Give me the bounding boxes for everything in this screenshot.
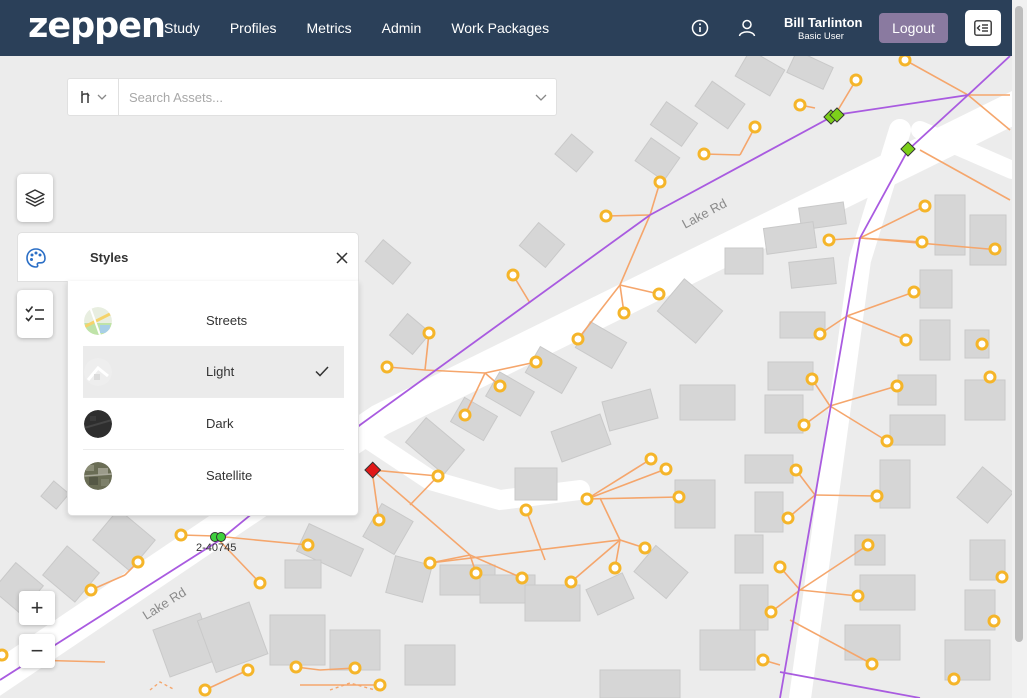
search-dropdown-toggle[interactable] <box>526 94 556 101</box>
user-info: Bill Tarlinton Basic User <box>784 15 863 42</box>
nav-metrics[interactable]: Metrics <box>307 20 352 36</box>
nav-work-packages[interactable]: Work Packages <box>451 20 549 36</box>
satellite-thumbnail <box>84 461 112 490</box>
style-option-label: Streets <box>206 313 248 328</box>
styles-panel-title: Styles <box>90 250 129 265</box>
streets-thumbnail <box>84 306 112 335</box>
style-option-label: Light <box>206 364 235 379</box>
style-option-satellite[interactable]: Satellite <box>83 450 344 501</box>
chevron-down-icon <box>535 94 547 101</box>
asset-green-b <box>216 532 226 542</box>
user-role: Basic User <box>798 31 844 42</box>
zoom-in-button[interactable]: + <box>19 591 55 625</box>
nav-admin[interactable]: Admin <box>382 20 422 36</box>
checkmark-icon <box>315 366 329 377</box>
main-nav: Study Profiles Metrics Admin Work Packag… <box>164 0 579 56</box>
style-option-label: Dark <box>206 416 234 431</box>
palette-icon[interactable] <box>25 247 47 269</box>
asset-search-bar <box>67 78 557 116</box>
hierarchy-icon <box>81 91 90 103</box>
top-navbar: zeppen Study Profiles Metrics Admin Work… <box>0 0 1012 56</box>
page-scrollbar-thumb[interactable] <box>1015 6 1023 642</box>
info-icon[interactable] <box>689 17 711 39</box>
light-thumbnail <box>84 357 112 386</box>
search-type-selector[interactable] <box>68 79 119 115</box>
style-option-light[interactable]: Light <box>83 346 344 398</box>
app-logo[interactable]: zeppen <box>28 6 166 46</box>
close-icon[interactable] <box>336 252 348 264</box>
dark-thumbnail <box>84 409 112 438</box>
styles-panel: Styles Streets Light Dark Satellite <box>17 232 359 516</box>
zoom-out-button[interactable]: − <box>19 634 55 668</box>
style-option-label: Satellite <box>206 468 253 483</box>
collapse-menu-button[interactable] <box>965 10 1001 46</box>
asset-label: 2-40745 <box>196 542 237 554</box>
user-name: Bill Tarlinton <box>784 15 863 30</box>
nav-study[interactable]: Study <box>164 20 200 36</box>
style-option-streets[interactable]: Streets <box>83 295 344 347</box>
styles-panel-header: Styles <box>17 232 359 282</box>
nav-profiles[interactable]: Profiles <box>230 20 277 36</box>
menu-collapse-icon <box>974 20 992 36</box>
layers-button[interactable] <box>17 174 53 222</box>
search-input[interactable] <box>119 88 526 106</box>
user-icon[interactable] <box>736 17 758 39</box>
layers-icon <box>25 189 45 207</box>
chevron-down-icon <box>97 94 107 100</box>
style-option-dark[interactable]: Dark <box>83 398 344 450</box>
logout-button[interactable]: Logout <box>879 13 948 43</box>
styles-options-list: Streets Light Dark Satellite <box>67 281 359 516</box>
